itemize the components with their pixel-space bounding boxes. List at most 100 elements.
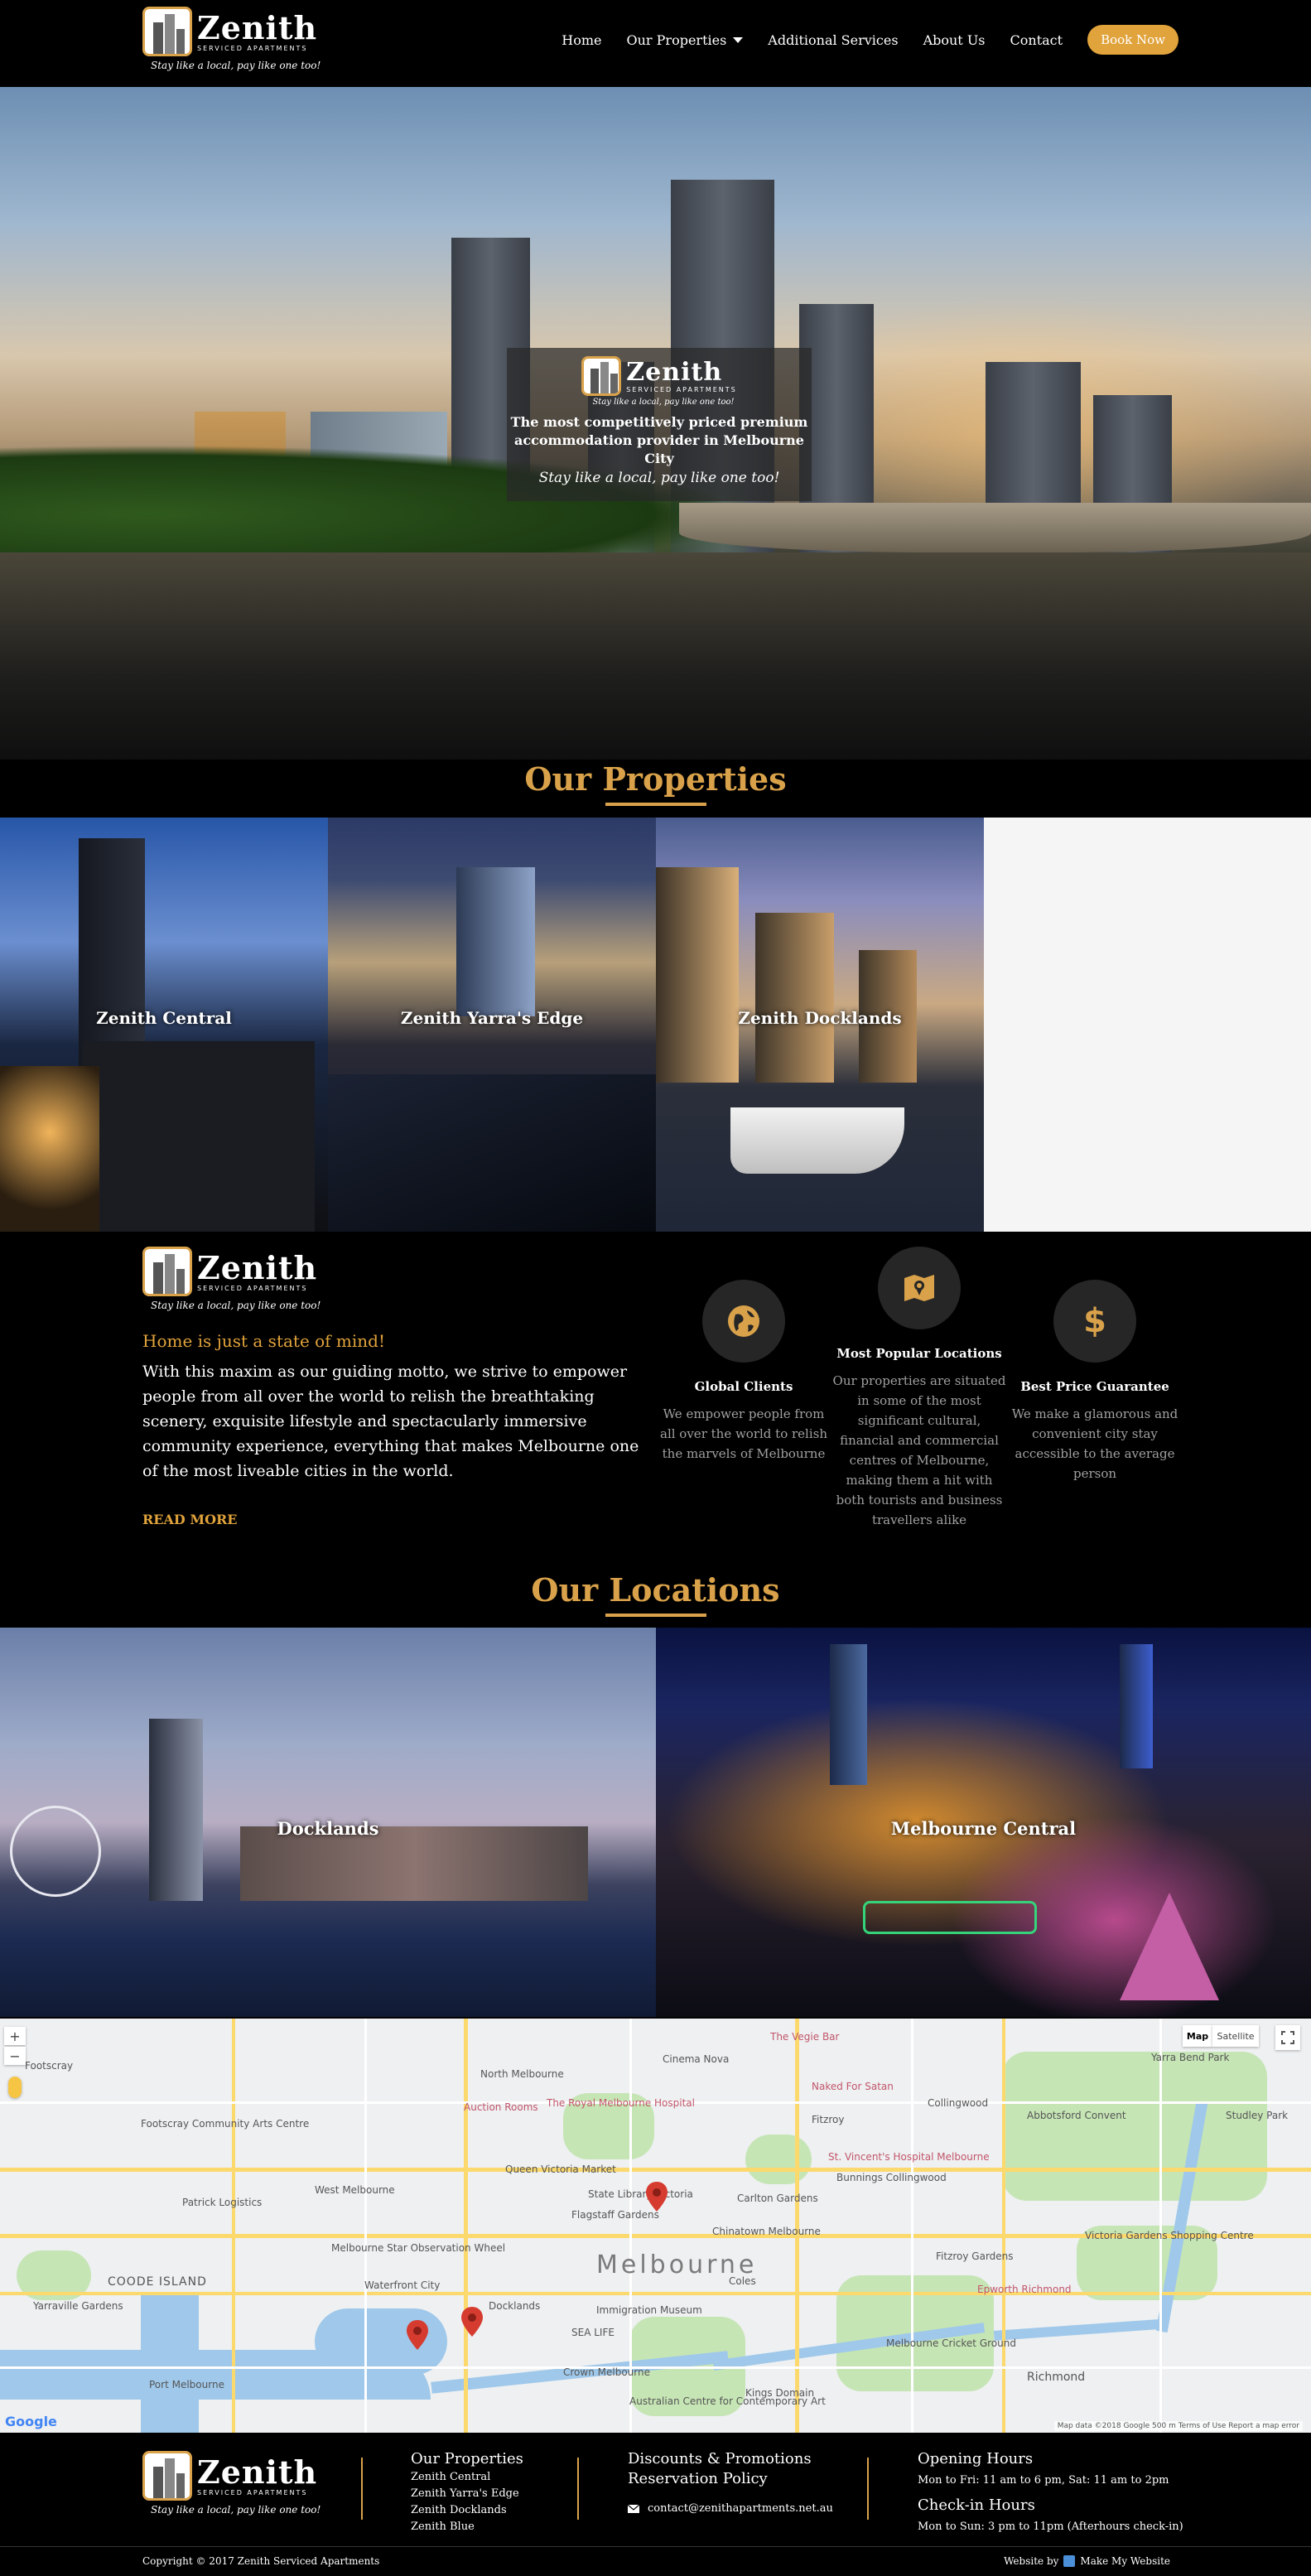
map-type-map-button[interactable]: Map [1183, 2025, 1212, 2047]
website-credit: Website by Make My Website [1004, 2555, 1170, 2567]
hero-headline: The most competitively priced premium ac… [507, 413, 812, 468]
footer-opening-heading: Opening Hours [918, 2450, 1034, 2467]
footer-email-text: contact@zenithapartments.net.au [648, 2502, 833, 2515]
feature-title: Most Popular Locations [836, 1346, 1002, 1361]
map-label: St. Vincent's Hospital Melbourne [828, 2151, 990, 2163]
logo-building-icon [142, 2451, 192, 2501]
about-logo-wordmark: Zenith [197, 1248, 318, 1286]
copyright-bar: Copyright © 2017 Zenith Serviced Apartme… [0, 2546, 1311, 2576]
map-street [0, 2366, 1311, 2369]
location-tower-image [149, 1719, 203, 1901]
map-label: Coles [729, 2275, 756, 2287]
footer-logo-wordmark: Zenith [197, 2453, 318, 2491]
heading-underline [605, 1614, 706, 1617]
property-card-empty [984, 818, 1311, 1232]
footer-discounts-link[interactable]: Discounts & Promotions [628, 2449, 833, 2469]
map-label: Port Melbourne [149, 2379, 224, 2390]
hero-logo-subtitle: SERVICED APARTMENTS [626, 385, 737, 393]
make-my-website-logo-icon [1063, 2555, 1076, 2567]
nav-contact[interactable]: Contact [1010, 32, 1063, 48]
map-marker-icon[interactable] [461, 2307, 483, 2337]
property-tower-image [656, 867, 739, 1083]
properties-heading: Our Properties [0, 760, 1311, 806]
map-label: West Melbourne [315, 2184, 395, 2196]
about-section: Zenith SERVICED APARTMENTS Stay like a l… [142, 1247, 639, 1527]
footer-properties-column: Our Properties Zenith Central Zenith Yar… [411, 2449, 523, 2535]
footer-property-link[interactable]: Zenith Yarra's Edge [411, 2486, 523, 2502]
site-header: Zenith SERVICED APARTMENTS Stay like a l… [0, 0, 1311, 87]
zoom-out-button[interactable]: − [4, 2047, 26, 2065]
map-label: State Library Victoria [588, 2188, 693, 2200]
map-park [1002, 2052, 1267, 2201]
footer-logo-tagline: Stay like a local, pay like one too! [151, 2504, 321, 2516]
footer-email-link[interactable]: contact@zenithapartments.net.au [628, 2501, 833, 2517]
feature-title: Global Clients [694, 1379, 793, 1394]
map-street [1159, 2019, 1162, 2433]
property-tower-image [456, 867, 535, 1016]
map-attribution[interactable]: Map data ©2018 Google 500 m Terms of Use… [1053, 2421, 1303, 2431]
nav-our-properties[interactable]: Our Properties [627, 32, 744, 48]
zoom-in-button[interactable]: + [4, 2027, 26, 2045]
footer-reservation-link[interactable]: Reservation Policy [628, 2469, 833, 2489]
read-more-link[interactable]: READ MORE [142, 1512, 639, 1527]
map-street [911, 2019, 913, 2433]
footer-logo-subtitle: SERVICED APARTMENTS [197, 2488, 308, 2496]
site-logo[interactable]: Zenith SERVICED APARTMENTS Stay like a l… [142, 7, 321, 71]
map-type-satellite-button[interactable]: Satellite [1212, 2025, 1259, 2047]
map-marker-icon[interactable] [407, 2320, 428, 2350]
footer-hours-column: Opening Hours Mon to Fri: 11 am to 6 pm,… [918, 2449, 1183, 2535]
footer-divider [361, 2458, 363, 2520]
map-label: Fitzroy Gardens [936, 2250, 1014, 2262]
map-label: Auction Rooms [464, 2101, 538, 2113]
property-card-yarras-edge[interactable]: Zenith Yarra's Edge [328, 818, 656, 1232]
map-label: Fitzroy [812, 2114, 845, 2125]
book-now-button[interactable]: Book Now [1087, 25, 1178, 55]
property-label: Zenith Yarra's Edge [400, 1008, 584, 1028]
footer-logo[interactable]: Zenith SERVICED APARTMENTS Stay like a l… [142, 2451, 321, 2516]
hero-logo-tagline: Stay like a local, pay like one too! [592, 398, 735, 407]
globe-icon [702, 1280, 785, 1363]
logo-subtitle: SERVICED APARTMENTS [197, 44, 308, 52]
property-city-lights [0, 1066, 99, 1232]
street-view-pegman-icon[interactable] [8, 2077, 22, 2098]
map-label: Cinema Nova [663, 2053, 730, 2065]
hero-banner: Zenith SERVICED APARTMENTS Stay like a l… [0, 87, 1311, 760]
about-body: With this maxim as our guiding motto, we… [142, 1363, 639, 1480]
nav-additional-services[interactable]: Additional Services [768, 32, 898, 48]
footer-property-link[interactable]: Zenith Docklands [411, 2502, 523, 2519]
map-street [364, 2019, 367, 2433]
footer-property-link[interactable]: Zenith Blue [411, 2519, 523, 2535]
logo-building-icon [142, 1247, 192, 1296]
footer-policies-column: Discounts & Promotions Reservation Polic… [628, 2449, 833, 2517]
location-card-docklands[interactable]: Docklands [0, 1628, 656, 2017]
envelope-icon [628, 2505, 639, 2513]
map-marker-icon[interactable] [646, 2182, 668, 2212]
property-label: Zenith Docklands [738, 1008, 902, 1028]
google-map[interactable]: Melbourne Footscray North Melbourne Fitz… [0, 2019, 1311, 2433]
map-label: Immigration Museum [596, 2304, 702, 2316]
about-logo: Zenith SERVICED APARTMENTS Stay like a l… [142, 1247, 639, 1311]
fullscreen-icon[interactable] [1275, 2025, 1300, 2050]
feature-text: We empower people from all over the worl… [660, 1406, 827, 1461]
heading-underline [605, 803, 706, 806]
footer-properties-heading: Our Properties [411, 2450, 523, 2467]
about-logo-tagline: Stay like a local, pay like one too! [151, 1300, 321, 1311]
feature-global-clients: Global Clients We empower people from al… [657, 1280, 831, 1464]
location-card-melbourne-central[interactable]: Melbourne Central [656, 1628, 1311, 2017]
map-park [745, 2135, 812, 2184]
property-card-central[interactable]: Zenith Central [0, 818, 328, 1232]
map-label: Collingwood [928, 2097, 989, 2109]
footer-checkin-heading: Check-in Hours [918, 2496, 1035, 2514]
map-label: Footscray Community Arts Centre [141, 2118, 310, 2130]
nav-home[interactable]: Home [562, 32, 601, 48]
property-river-image [328, 1074, 656, 1232]
logo-building-icon [142, 7, 192, 56]
location-label: Docklands [277, 1818, 379, 1839]
locations-heading-text: Our Locations [531, 1571, 780, 1609]
nav-about-us[interactable]: About Us [923, 32, 986, 48]
map-label: Richmond [1027, 2371, 1086, 2384]
credit-link[interactable]: Make My Website [1080, 2555, 1170, 2567]
hero-tagline: Stay like a local, pay like one too! [538, 470, 780, 486]
footer-property-link[interactable]: Zenith Central [411, 2469, 523, 2486]
property-card-docklands[interactable]: Zenith Docklands [656, 818, 984, 1232]
